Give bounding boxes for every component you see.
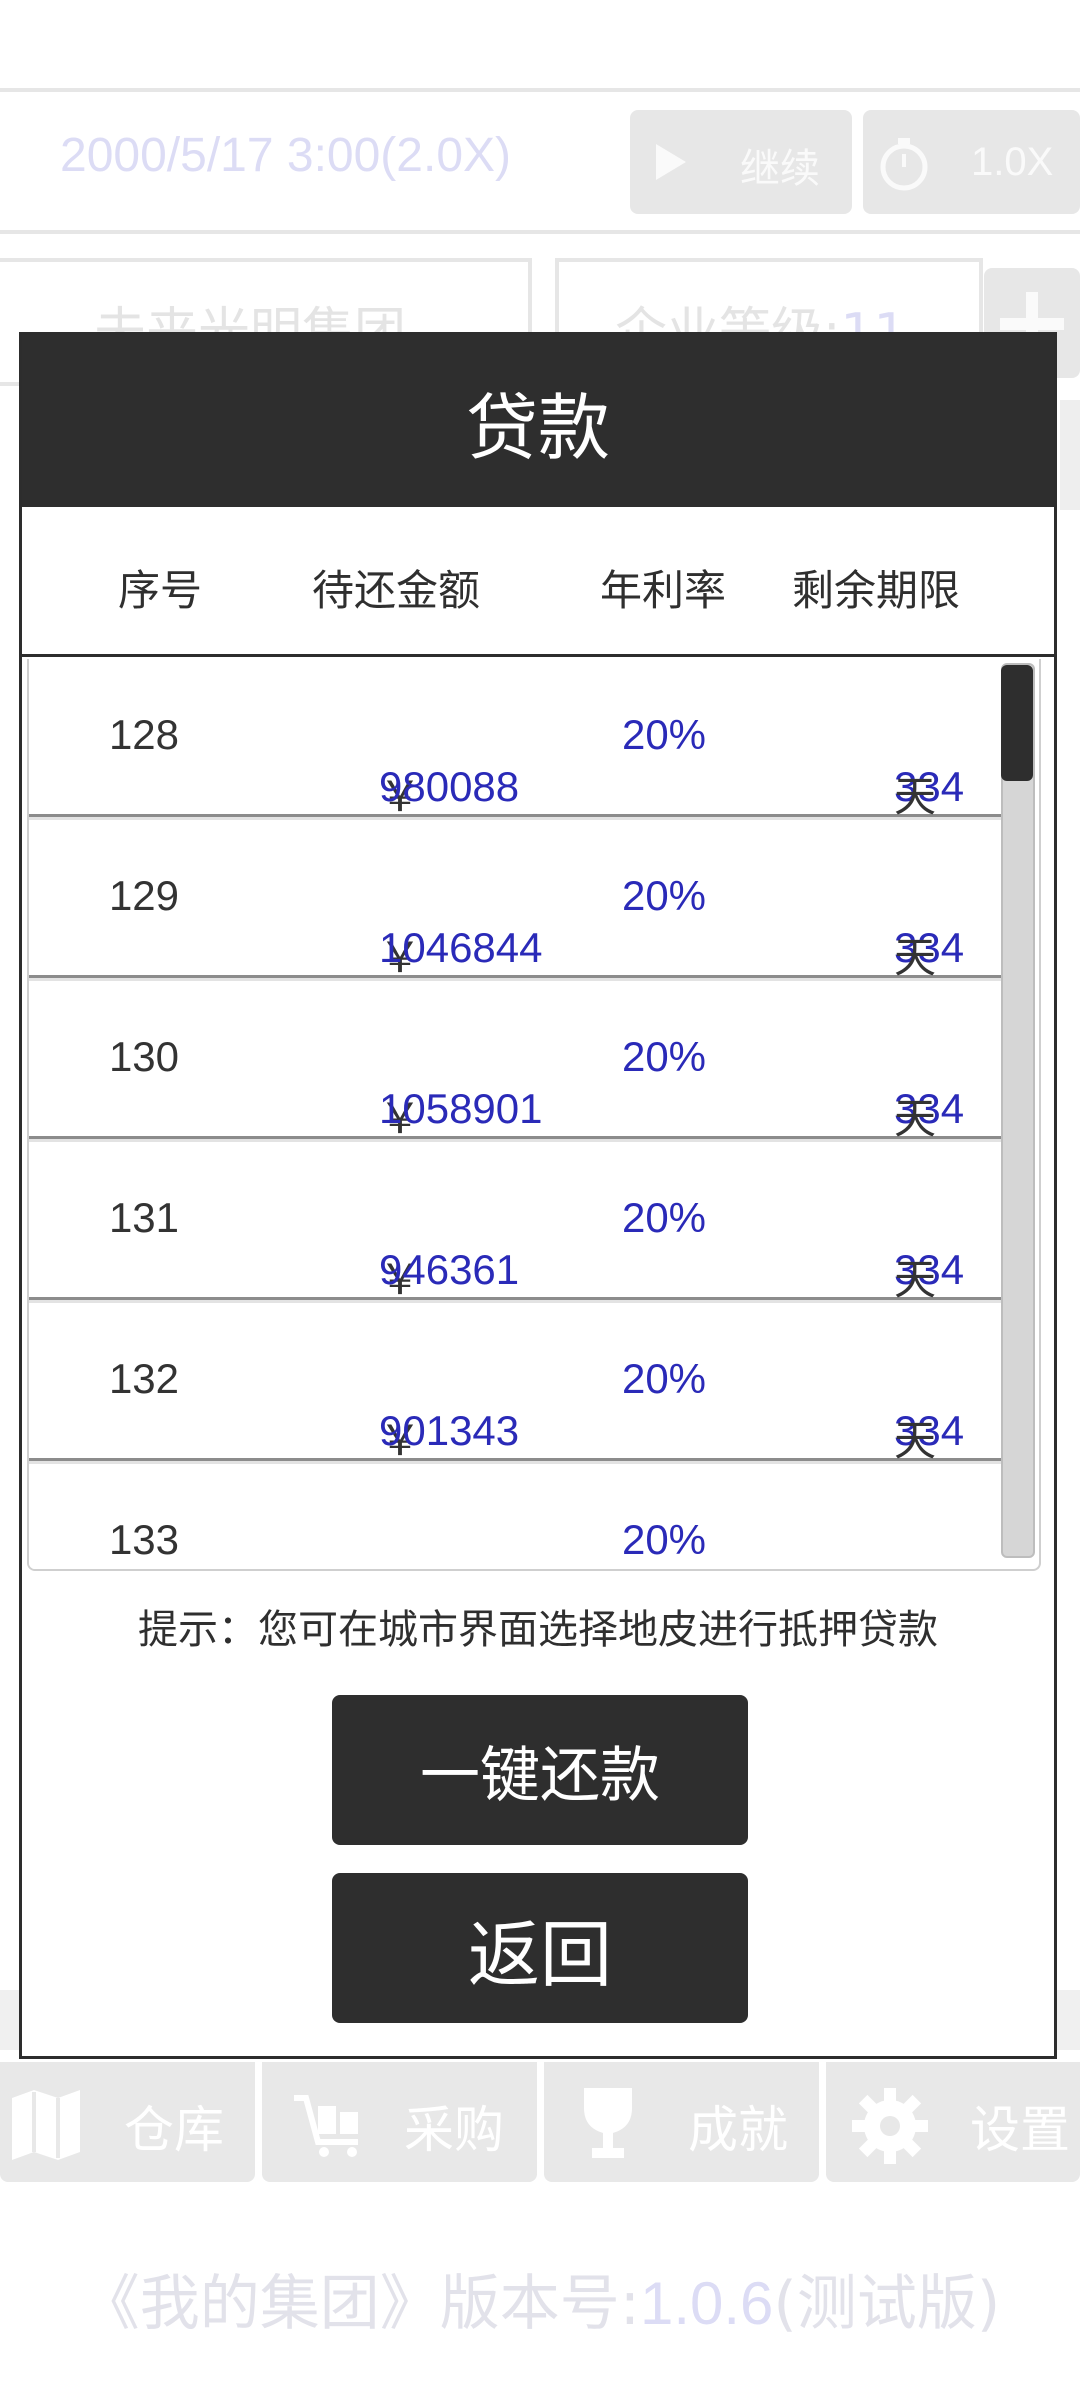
table-header: 序号 待还金额 年利率 剩余期限 [22,507,1054,657]
loan-id: 132 [108,1355,180,1402]
tab-achievements[interactable]: 成就 [544,2062,819,2182]
trophy-icon [574,2088,642,2172]
divider [0,230,1080,234]
version-number: 1.0.6 [639,2270,774,2337]
column-header-id: 序号 [118,566,203,615]
table-row[interactable]: 132 ￥ 901343 20% 334 天 [29,1303,1019,1464]
scrollbar-thumb[interactable] [1001,665,1033,781]
tab-warehouse-label: 仓库 [124,2101,224,2159]
loan-rate: 20% [621,711,707,758]
column-header-amount: 待还金额 [312,566,481,615]
loan-rate: 20% [621,1516,707,1563]
stopwatch-icon [879,136,929,202]
loan-dialog: 贷款 序号 待还金额 年利率 剩余期限 128 ￥ 980088 20% 334 天… [19,332,1057,2059]
loan-rate: 20% [621,872,707,919]
back-button[interactable]: 返回 [332,1873,748,2023]
loan-rate: 20% [621,1355,707,1402]
loan-id: 128 [108,711,180,758]
divider [0,88,1080,92]
tab-warehouse[interactable]: 仓库 [0,2062,255,2182]
tab-purchase-label: 采购 [404,2101,504,2159]
column-header-term: 剩余期限 [792,566,961,615]
table-row[interactable]: 128 ￥ 980088 20% 334 天 [29,659,1019,820]
loan-id: 129 [108,872,180,919]
loan-id: 133 [108,1516,180,1563]
map-icon [10,2090,82,2172]
tab-achievements-label: 成就 [688,2101,788,2159]
loan-id: 131 [108,1194,180,1241]
game-datetime: 2000/5/17 3:00(2.0X) [60,129,512,182]
play-icon [654,142,688,192]
dialog-title: 贷款 [465,385,610,470]
hint-text: 提示：您可在城市界面选择地皮进行抵押贷款 [138,1607,938,1653]
loan-rate: 20% [621,1194,707,1241]
loan-list[interactable]: 128 ￥ 980088 20% 334 天 129 ￥ 1046844 20% 33… [27,659,1041,1571]
table-row[interactable]: 130 ￥ 1058901 20% 334 天 [29,981,1019,1142]
speed-label: 1.0X [971,140,1054,184]
side-edge [1060,400,1080,510]
table-row[interactable]: 131 ￥ 946361 20% 334 天 [29,1142,1019,1303]
version-prefix: 《我的集团》版本号: [79,2269,640,2339]
continue-label: 继续 [740,146,820,192]
scrollbar-track[interactable] [1001,663,1035,1558]
table-row[interactable]: 129 ￥ 1046844 20% 334 天 [29,820,1019,981]
gear-icon [852,2088,928,2176]
tab-purchase[interactable]: 采购 [262,2062,537,2182]
speed-button[interactable]: 1.0X [863,110,1080,214]
loan-rate: 20% [621,1033,707,1080]
repay-all-button[interactable]: 一键还款 [332,1695,748,1845]
table-row[interactable]: 133 ￥1040816 20% 334天 [29,1464,1019,1569]
tab-settings-label: 设置 [970,2101,1070,2159]
continue-button[interactable]: 继续 [630,110,852,214]
loan-id: 130 [108,1033,180,1080]
version-text: 《我的集团》版本号:1.0.6(测试版) [0,2255,1080,2342]
version-suffix: (测试版) [773,2269,1001,2339]
tab-settings[interactable]: 设置 [826,2062,1080,2182]
column-header-rate: 年利率 [600,566,727,615]
cart-icon [292,2092,366,2170]
dialog-header: 贷款 [22,335,1054,507]
